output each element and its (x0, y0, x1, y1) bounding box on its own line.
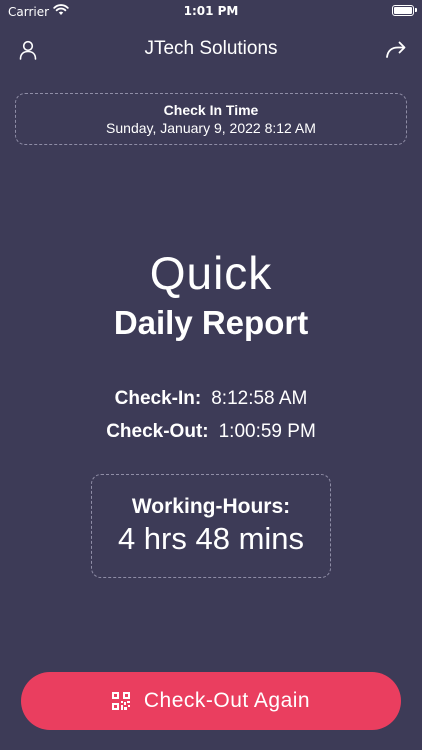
qr-code-icon (111, 692, 130, 710)
check-out-row: Check-Out: 1:00:59 PM (0, 421, 422, 443)
check-out-again-label: Check-Out Again (143, 689, 311, 712)
check-in-datetime: Sunday, January 9, 2022 8:12 AM (106, 120, 316, 136)
status-time: 1:01 PM (183, 4, 239, 18)
share-icon[interactable] (382, 36, 410, 64)
working-hours-card: Working-Hours: 4 hrs 48 mins (91, 474, 331, 578)
check-out-again-button[interactable]: Check-Out Again (21, 672, 401, 730)
working-hours-value: 4 hrs 48 mins (117, 521, 305, 556)
check-out-label: Check-Out: (106, 421, 209, 442)
status-bar: Carrier 1:01 PM (0, 0, 422, 22)
check-in-time-card: Check In Time Sunday, January 9, 2022 8:… (15, 93, 407, 145)
report-heading-light: Quick (149, 247, 273, 299)
app-title: JTech Solutions (144, 38, 278, 59)
check-in-time-title: Check In Time (163, 102, 259, 118)
check-in-label: Check-In: (114, 388, 202, 409)
navigation-bar: JTech Solutions (0, 30, 422, 68)
working-hours-label: Working-Hours: (131, 495, 291, 518)
check-in-row: Check-In: 8:12:58 AM (0, 388, 422, 410)
check-in-value: 8:12:58 AM (211, 388, 308, 409)
check-out-value: 1:00:59 PM (218, 421, 316, 442)
battery-icon (392, 5, 417, 16)
report-heading-bold: Daily Report (113, 304, 309, 341)
